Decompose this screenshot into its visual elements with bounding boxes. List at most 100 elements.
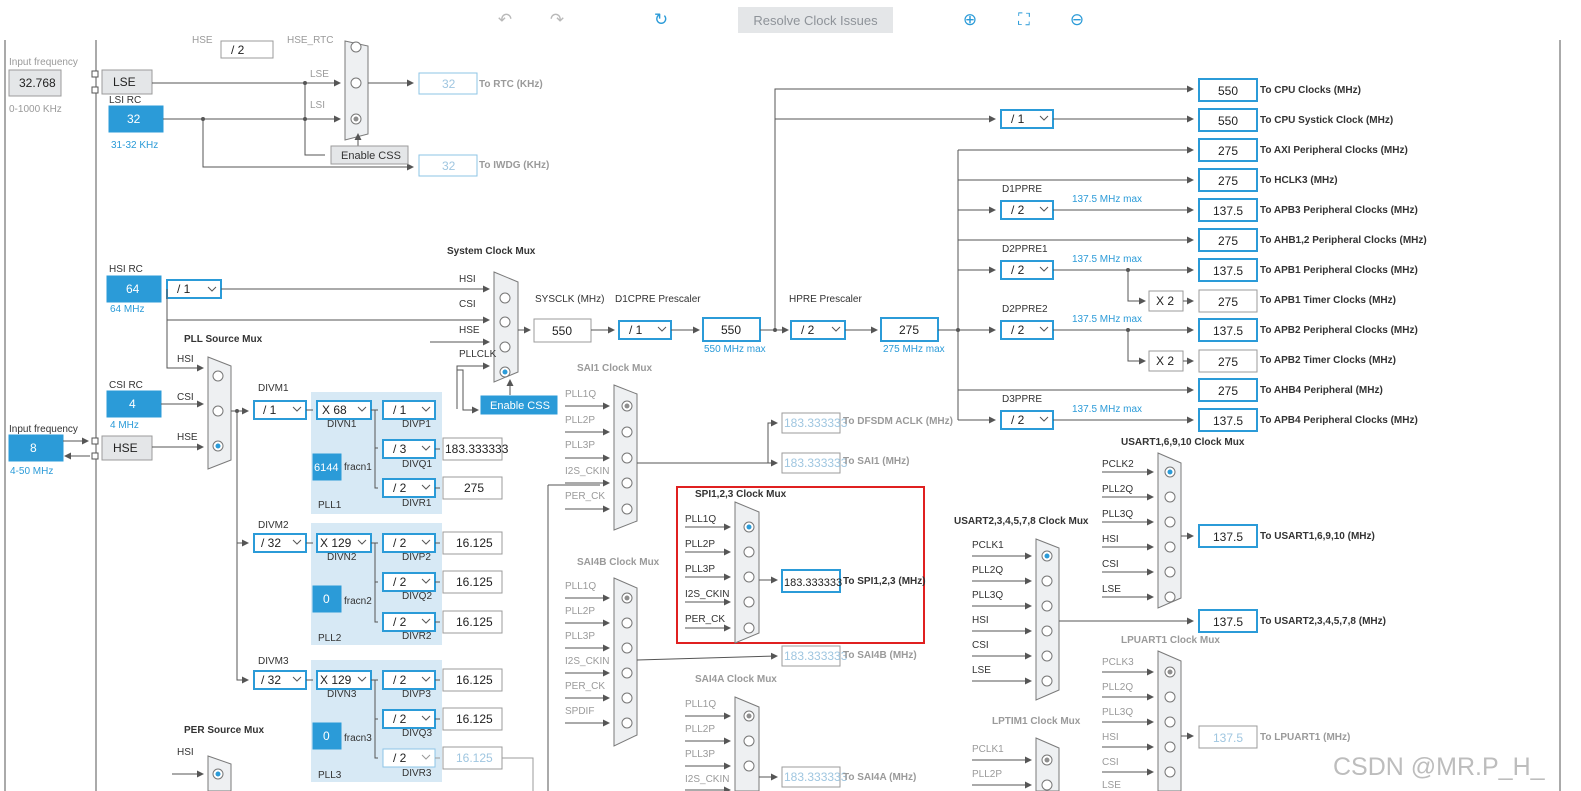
spi-input-label: PLL2P — [685, 539, 715, 550]
rtc-lsi-label: LSI — [310, 100, 325, 111]
d3ppre-value: / 2 — [1011, 413, 1025, 427]
apb2-timer-value: 275 — [1218, 355, 1238, 369]
usart16-radio-pll2q[interactable] — [1164, 491, 1176, 503]
lptim-input-label: PCLK1 — [972, 744, 1004, 755]
usart2-radio-csi[interactable] — [1041, 650, 1053, 662]
sai4b-radio-spdif[interactable] — [621, 717, 633, 729]
sysclk-radio-hsi[interactable] — [499, 292, 511, 304]
sai4a-radio-pll3p[interactable] — [743, 760, 755, 772]
sai4b-mux-title: SAI4B Clock Mux — [577, 557, 660, 568]
fracn1-value: 6144 — [314, 462, 338, 474]
iwdg-output-label: To IWDG (KHz) — [479, 160, 549, 171]
divp1-value: / 1 — [393, 403, 407, 417]
divq2-label: DIVQ2 — [402, 591, 432, 602]
sai4b-output-label: To SAI4B (MHz) — [843, 650, 917, 661]
sai4a-radio-pll2p[interactable] — [743, 735, 755, 747]
ahb12-value: 275 — [1218, 234, 1238, 248]
d1cpre-max: 550 MHz max — [704, 344, 766, 355]
lptim-input-label: PLL2P — [972, 769, 1002, 780]
sai1-radio-perck[interactable] — [621, 503, 633, 515]
d2ppre2-label: D2PPRE2 — [1002, 304, 1048, 315]
d3ppre-max: 137.5 MHz max — [1072, 404, 1142, 415]
usart16-radio-csi[interactable] — [1164, 566, 1176, 578]
ahb4-value: 275 — [1218, 384, 1238, 398]
lsi-value: 32 — [127, 112, 141, 126]
divq1-output-value: 183.333333 — [445, 442, 509, 456]
sysclk-radio-hse[interactable] — [499, 341, 511, 353]
axi-label: To AXI Peripheral Clocks (MHz) — [1260, 145, 1408, 156]
spi-input-label: PLL1Q — [685, 514, 716, 525]
spi-radio-pll3p[interactable] — [743, 571, 755, 583]
lpuart-radio-csi[interactable] — [1164, 766, 1176, 778]
sai4b-inputs: PLL1Q PLL2P PLL3P I2S_CKIN PER_CK SPDIF — [565, 581, 609, 717]
lpuart-radio-pll2q[interactable] — [1164, 691, 1176, 703]
hsi-range: 64 MHz — [110, 304, 144, 315]
dfsdm-output-label: To DFSDM ACLK (MHz) — [843, 416, 953, 427]
divq2-output-value: 16.125 — [456, 575, 493, 589]
divq2-value: / 2 — [393, 575, 407, 589]
systick-label: To CPU Systick Clock (MHz) — [1260, 115, 1393, 126]
sai4b-radio-pll3p[interactable] — [621, 642, 633, 654]
divp1-label: DIVP1 — [402, 419, 431, 430]
d1ppre-value: / 2 — [1011, 203, 1025, 217]
usart2-radio-pll3q[interactable] — [1041, 600, 1053, 612]
pll2-name: PLL2 — [318, 633, 342, 644]
lsi-range: 31-32 KHz — [111, 140, 158, 151]
usart16-input-label: CSI — [1102, 559, 1119, 570]
sai1-radio-pll3p[interactable] — [621, 452, 633, 464]
cpu-clock-label: To CPU Clocks (MHz) — [1260, 85, 1361, 96]
divn1-value: X 68 — [322, 403, 347, 417]
usart2-input-label: PCLK1 — [972, 540, 1004, 551]
usart16-radio-hsi[interactable] — [1164, 541, 1176, 553]
usart16-radio-lse[interactable] — [1164, 591, 1176, 603]
d1cpre-value: / 1 — [629, 323, 643, 337]
lse-input-frequency-label: Input frequency — [9, 57, 78, 68]
sai4b-radio-pll2p[interactable] — [621, 617, 633, 629]
usart2-input-label: CSI — [972, 640, 989, 651]
axi-value: 275 — [1218, 144, 1238, 158]
spi-radio-perck[interactable] — [743, 622, 755, 634]
hpre-max: 275 MHz max — [883, 344, 945, 355]
usart2-radio-hsi[interactable] — [1041, 625, 1053, 637]
d1ppre-label: D1PPRE — [1002, 184, 1042, 195]
rtc-mux-radio-lse[interactable] — [350, 77, 362, 89]
usart16-input-label: LSE — [1102, 584, 1121, 595]
pll-src-radio-csi[interactable] — [212, 405, 224, 417]
sysmux-hsi-label: HSI — [459, 274, 476, 285]
usart16-input-label: PLL3Q — [1102, 509, 1133, 520]
sai4b-radio-i2s[interactable] — [621, 667, 633, 679]
rtc-output-value: 32 — [442, 77, 456, 91]
usart16-radio-pll3q[interactable] — [1164, 516, 1176, 528]
usart2-radio-lse[interactable] — [1041, 675, 1053, 687]
fracn1-label: fracn1 — [344, 462, 372, 473]
rtc-mux-radio-hse[interactable] — [350, 41, 362, 53]
lpuart-radio-pll3q[interactable] — [1164, 716, 1176, 728]
divp3-value: / 2 — [393, 673, 407, 687]
fracn3-label: fracn3 — [344, 733, 372, 744]
spi-radio-pll2p[interactable] — [743, 546, 755, 558]
lptim-radio-pll2p[interactable] — [1041, 779, 1053, 791]
sai1-radio-i2s[interactable] — [621, 477, 633, 489]
divn2-value: X 129 — [320, 536, 352, 550]
hse-rtc-divider[interactable] — [220, 40, 274, 59]
hse-range: 4-50 MHz — [10, 466, 53, 477]
sai4b-output-value: 183.333333 — [784, 649, 848, 663]
apb4-label: To APB4 Peripheral Clocks (MHz) — [1260, 415, 1418, 426]
apb1-timer-value: 275 — [1218, 295, 1238, 309]
sysclk-enable-css-label: Enable CSS — [490, 400, 550, 412]
pll-source-mux-title: PLL Source Mux — [184, 334, 263, 345]
pll-src-radio-hsi[interactable] — [212, 370, 224, 382]
sai1-radio-pll2p[interactable] — [621, 426, 633, 438]
lpuart-radio-hsi[interactable] — [1164, 741, 1176, 753]
spi-radio-i2s[interactable] — [743, 596, 755, 608]
d1cpre-output-value: 550 — [721, 323, 741, 337]
divn2-label: DIVN2 — [327, 552, 357, 563]
pll1-name: PLL1 — [318, 500, 342, 511]
lpuart-input-label: LSE — [1102, 780, 1121, 791]
usart16-output-label: To USART1,6,9,10 (MHz) — [1260, 531, 1375, 542]
sysclk-radio-csi[interactable] — [499, 316, 511, 328]
usart2-radio-pll2q[interactable] — [1041, 575, 1053, 587]
d2ppre1-label: D2PPRE1 — [1002, 244, 1048, 255]
hsi-divider-select[interactable] — [166, 279, 222, 299]
sai4b-radio-perck[interactable] — [621, 692, 633, 704]
